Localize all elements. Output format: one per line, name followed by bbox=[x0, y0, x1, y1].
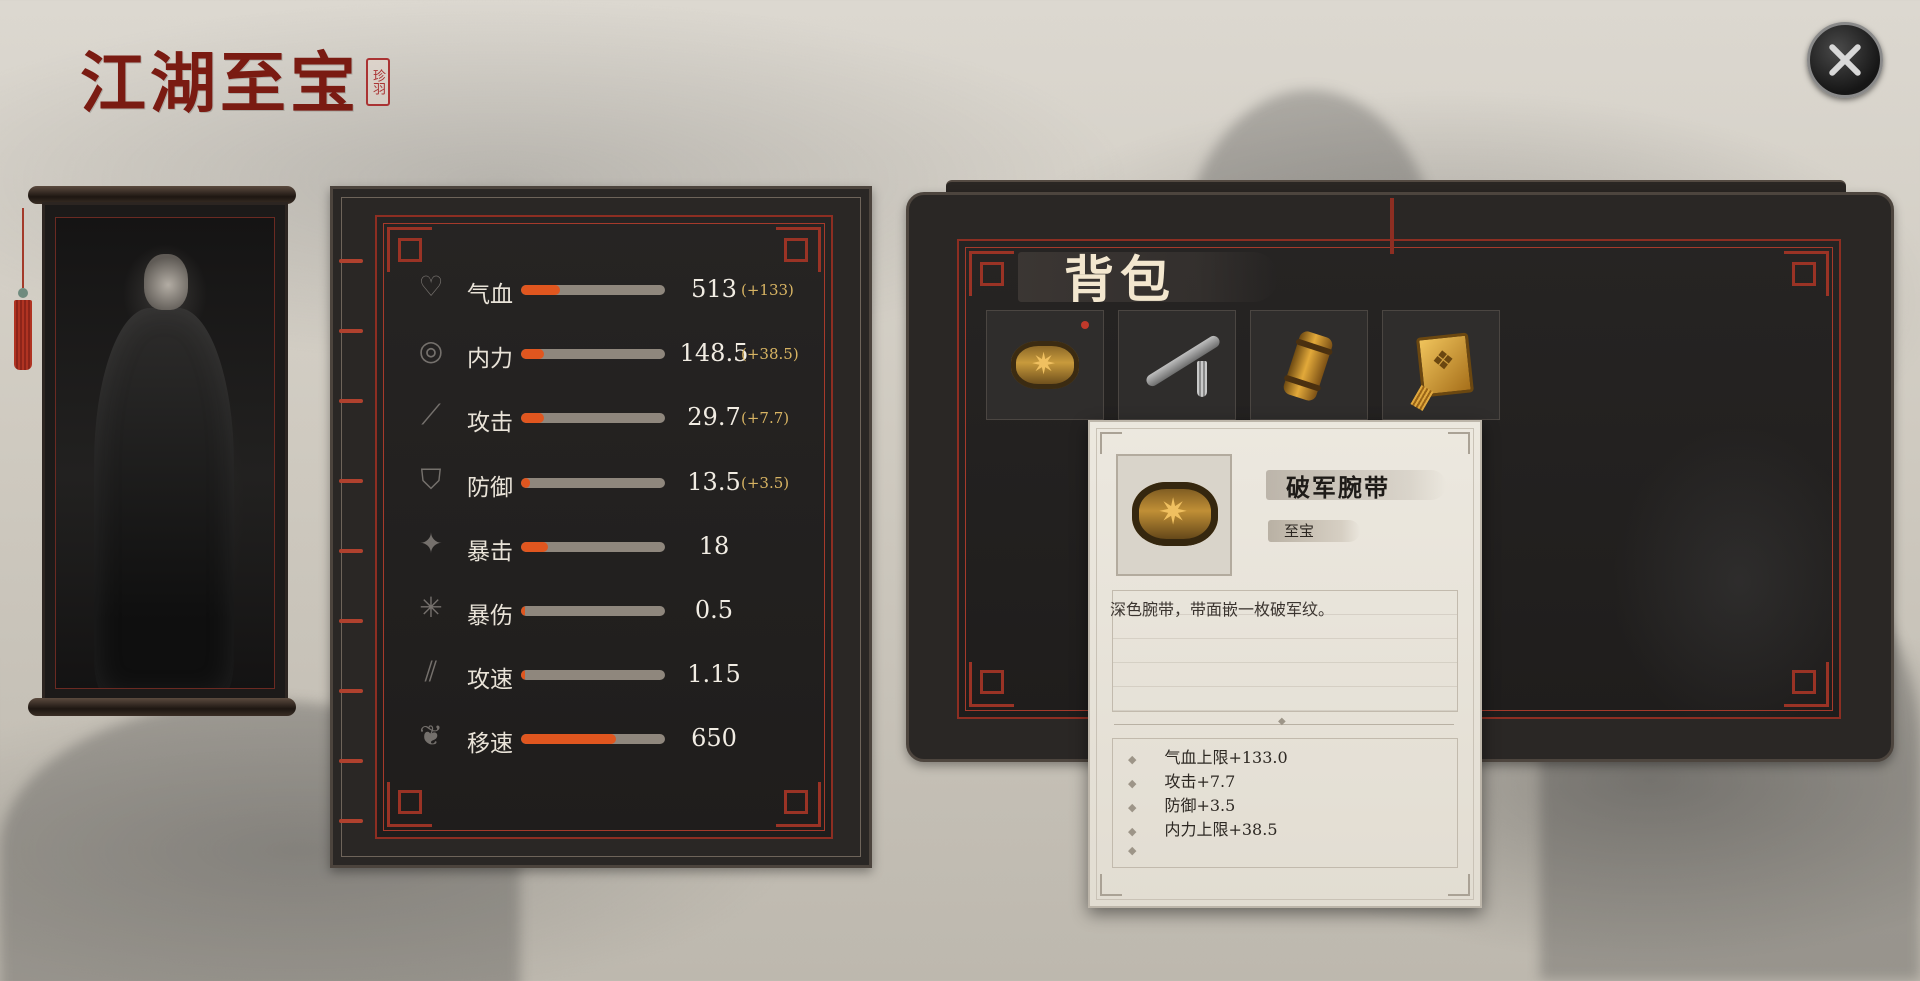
stat-bonus: (+133) bbox=[741, 281, 794, 299]
inventory-slot-flute[interactable] bbox=[1118, 310, 1236, 420]
stat-row: ♡ 气血 513 (+133) bbox=[411, 267, 831, 308]
sword-icon: ⟋ bbox=[421, 398, 441, 432]
inventory-slot-tube[interactable] bbox=[1250, 310, 1368, 420]
stat-row: ⛉ 防御 13.5 (+3.5) bbox=[411, 460, 831, 501]
blade-icon: ⫽ bbox=[424, 655, 438, 689]
swirl-icon: ◎ bbox=[418, 334, 444, 368]
stat-label: 攻击 bbox=[467, 410, 513, 437]
pendant-icon bbox=[1403, 325, 1479, 412]
hanging-knot-icon bbox=[1390, 198, 1394, 254]
stat-bar bbox=[521, 413, 665, 424]
stat-row: ⫽ 攻速 1.15 bbox=[411, 652, 831, 694]
character-figure bbox=[94, 308, 234, 688]
item-rarity-badge: 至宝 bbox=[1268, 520, 1360, 542]
inventory-title: 背包 bbox=[1064, 250, 1176, 309]
item-attribute: ◆ 气血上限+133.0 bbox=[1128, 744, 1428, 768]
stat-bonus: (+38.5) bbox=[741, 345, 799, 364]
character-head bbox=[144, 254, 188, 310]
stat-value: 18 bbox=[698, 531, 730, 560]
stat-bar bbox=[521, 670, 665, 681]
character-portrait bbox=[55, 217, 275, 689]
stat-label: 内力 bbox=[467, 346, 513, 373]
stat-bar-fill bbox=[521, 349, 545, 360]
stat-bar-fill bbox=[521, 670, 526, 681]
stat-bonus: (+3.5) bbox=[741, 473, 790, 492]
character-portrait-scroll bbox=[14, 186, 296, 716]
inventory-slot-pendant[interactable] bbox=[1382, 310, 1500, 420]
flute-icon bbox=[1139, 325, 1222, 405]
stat-row: ◎ 内力 148.5 (+38.5) bbox=[411, 331, 831, 373]
diamond-bullet-icon: ◆ bbox=[1128, 777, 1137, 790]
item-attribute: ◆ 攻击+7.7 bbox=[1128, 768, 1428, 792]
stat-bar bbox=[521, 734, 665, 745]
stat-bar bbox=[521, 477, 665, 488]
inventory-slot-bracelet[interactable] bbox=[986, 310, 1172, 420]
stat-bar-fill bbox=[521, 541, 549, 552]
stat-row: ❦ 移速 650 bbox=[411, 716, 831, 758]
attribute-text: 攻击+7.7 bbox=[1164, 772, 1236, 791]
attribute-text: 内力上限+38.5 bbox=[1164, 820, 1278, 839]
stat-row: ✳ 暴伤 0.5 bbox=[411, 588, 831, 629]
sparkle-icon: ✦ bbox=[419, 526, 443, 560]
stat-row: ⟋ 攻击 29.7 (+7.7) bbox=[411, 395, 831, 437]
feather-icon: ❦ bbox=[419, 719, 443, 753]
stat-bar-fill bbox=[521, 734, 617, 745]
stat-bar bbox=[521, 606, 665, 616]
stat-label: 气血 bbox=[467, 282, 513, 308]
attribute-text: 气血上限+133.0 bbox=[1164, 748, 1288, 767]
bracelet-icon bbox=[1132, 482, 1218, 546]
diamond-bullet-icon: ◆ bbox=[1128, 801, 1137, 814]
diamond-bullet-icon: ◆ bbox=[1128, 825, 1137, 838]
stat-label: 攻速 bbox=[467, 667, 513, 694]
stat-label: 防御 bbox=[467, 474, 513, 501]
stat-row: ✦ 暴击 18 bbox=[411, 524, 831, 565]
tube-icon bbox=[1271, 325, 1347, 405]
stat-bar-fill bbox=[521, 413, 545, 424]
stat-bar bbox=[521, 285, 665, 295]
portrait-frame bbox=[42, 202, 288, 704]
burst-icon: ✳ bbox=[419, 591, 443, 624]
attribute-text: 防御+3.5 bbox=[1164, 796, 1236, 815]
stat-bar-fill bbox=[521, 606, 526, 616]
diamond-bullet-icon: ◆ bbox=[1128, 753, 1137, 766]
page-title: 江湖至宝 bbox=[80, 44, 360, 122]
stats-panel: ♡ 气血 513 (+133) ◎ 内力 148.5 (+38.5) ⟋ 攻击 29.7 (+7.7)… bbox=[330, 186, 872, 868]
stat-label: 暴击 bbox=[467, 538, 513, 565]
stat-bar-fill bbox=[521, 285, 560, 295]
stat-bar bbox=[521, 541, 665, 552]
diamond-bullet-icon: ◆ bbox=[1128, 844, 1137, 857]
stat-bar-fill bbox=[521, 477, 530, 488]
stat-label: 暴伤 bbox=[467, 603, 513, 629]
divider bbox=[1114, 716, 1454, 727]
red-tassel-icon bbox=[14, 208, 32, 370]
close-button[interactable] bbox=[1807, 22, 1883, 98]
item-image bbox=[1116, 454, 1232, 576]
item-name: 破军腕带 bbox=[1286, 473, 1390, 502]
item-tooltip: 破军腕带 至宝 深色腕带，带面嵌一枚破军纹。 ◆ 气血上限+133.0 ◆ 攻击+7.… bbox=[1088, 420, 1482, 908]
item-description: 深色腕带，带面嵌一枚破军纹。 bbox=[1110, 600, 1335, 619]
new-item-dot bbox=[1081, 321, 1089, 329]
heart-icon: ♡ bbox=[418, 270, 444, 303]
bracelet-icon bbox=[1007, 325, 1083, 405]
stat-value: 0.5 bbox=[694, 596, 734, 624]
title-seal: 珍羽 bbox=[366, 58, 390, 106]
stat-value: 650 bbox=[691, 724, 737, 753]
scroll-rod-bottom bbox=[28, 698, 296, 716]
item-attribute: ◆ 内力上限+38.5 bbox=[1128, 816, 1428, 840]
stat-value: 1.15 bbox=[687, 660, 741, 689]
stat-bar bbox=[521, 349, 665, 360]
item-attribute: ◆ 防御+3.5 bbox=[1128, 792, 1428, 816]
shield-icon: ⛉ bbox=[420, 462, 442, 496]
stat-bonus: (+7.7) bbox=[741, 409, 790, 428]
stat-label: 移速 bbox=[467, 731, 513, 758]
